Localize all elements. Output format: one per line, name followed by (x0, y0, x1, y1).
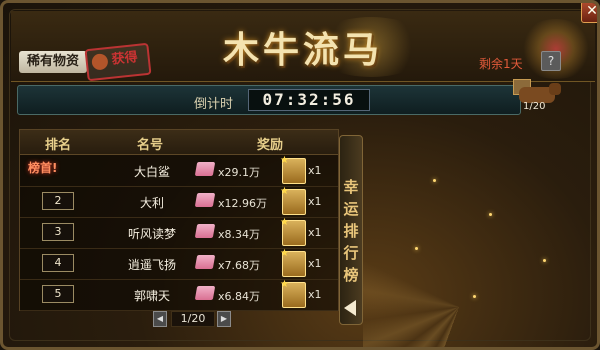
card-value: x1 (308, 195, 322, 208)
help-button[interactable]: ? (541, 51, 561, 71)
table-header: 排名 名号 奖励 (20, 130, 338, 155)
countdown-label: 倒计时 (194, 97, 234, 112)
rank-number: 2 (42, 192, 74, 210)
prev-page-button[interactable]: ◀ (153, 311, 167, 327)
countdown-bar: 倒计时 07:32:56 (17, 85, 521, 115)
star-icon: ★ (280, 279, 289, 290)
event-title: 木牛流马 (222, 29, 383, 71)
ranking-table: 排名 名号 奖励 榜首! 大白鲨 x29.1万 ★ x1 2 大利 x12.96… (19, 129, 339, 311)
book-value: x6.84万 (218, 290, 261, 303)
skill-book-icon[interactable] (194, 255, 216, 269)
page-indicator: 1/20 (171, 311, 215, 327)
sparkle (415, 247, 418, 250)
player-name: 郭啸天 (133, 289, 170, 303)
reward-card-icon[interactable]: ★ (280, 186, 306, 215)
pagination: ◀ 1/20 ▶ (151, 311, 233, 327)
reward-card-icon[interactable]: ★ (280, 279, 306, 308)
header-reward: 奖励 (256, 138, 283, 153)
collapse-arrow-icon[interactable] (344, 300, 356, 316)
reward-card-icon[interactable]: ★ (280, 248, 306, 277)
player-name: 大利 (139, 196, 164, 210)
top-rank-badge: 榜首! (28, 161, 58, 175)
close-button[interactable]: ✕ (581, 3, 598, 23)
card-value: x1 (308, 226, 322, 239)
light-rays-decoration (363, 123, 597, 347)
card-value: x1 (308, 164, 322, 177)
skill-book-icon[interactable] (194, 286, 216, 300)
table-row[interactable]: 榜首! 大白鲨 x29.1万 ★ x1 (20, 155, 338, 187)
reward-card-icon[interactable]: ★ (280, 217, 306, 246)
card-value: x1 (308, 288, 322, 301)
sparkle (473, 295, 476, 298)
book-value: x8.34万 (218, 228, 261, 241)
stamp-icon (91, 53, 109, 71)
table-row[interactable]: 5 郭啸天 x6.84万 ★ x1 (20, 279, 338, 311)
lucky-ranking-tab[interactable]: 幸运排行榜 (339, 135, 363, 325)
skill-book-icon[interactable] (194, 224, 216, 238)
skill-book-icon[interactable] (194, 162, 216, 176)
book-value: x29.1万 (218, 166, 261, 179)
reward-card-icon[interactable]: ★ (280, 155, 306, 184)
card-value: x1 (308, 257, 322, 270)
table-row[interactable]: 2 大利 x12.96万 ★ x1 (20, 186, 338, 218)
rank-number: 4 (42, 254, 74, 272)
book-value: x7.68万 (218, 259, 261, 272)
player-name: 大白鲨 (133, 165, 170, 179)
rare-supply-badge: 稀有物资 (19, 51, 88, 73)
star-icon: ★ (280, 155, 289, 166)
player-name: 逍遥飞扬 (127, 258, 176, 272)
sparkle (433, 179, 436, 182)
stamp-text: 获得 (110, 49, 139, 68)
table-row[interactable]: 4 逍遥飞扬 x7.68万 ★ x1 (20, 248, 338, 280)
side-tab-label: 幸运排行榜 (343, 178, 359, 284)
header-name: 名号 (136, 138, 163, 153)
rank-number: 5 (42, 285, 74, 303)
star-icon: ★ (280, 186, 289, 197)
close-icon: ✕ (586, 3, 598, 19)
header-rank: 排名 (44, 138, 71, 153)
event-panel: 稀有物资 获得 木牛流马 剩余1天 ? ✕ 倒计时 07:32:56 1/20 … (0, 0, 600, 350)
next-page-button[interactable]: ▶ (217, 311, 231, 327)
ox-count: 1/20 (523, 101, 546, 112)
book-value: x12.96万 (218, 197, 268, 210)
star-icon: ★ (280, 248, 289, 259)
table-row[interactable]: 3 听风读梦 x8.34万 ★ x1 (20, 217, 338, 249)
remaining-days: 剩余1天 (479, 57, 523, 71)
rank-number: 3 (42, 223, 74, 241)
star-icon: ★ (280, 217, 289, 228)
player-name: 听风读梦 (127, 227, 176, 241)
sparkle (543, 259, 546, 262)
countdown-timer: 07:32:56 (248, 89, 370, 111)
sparkle (489, 213, 492, 216)
obtained-stamp: 获得 (84, 42, 152, 82)
skill-book-icon[interactable] (194, 193, 216, 207)
ox-head (549, 83, 561, 95)
